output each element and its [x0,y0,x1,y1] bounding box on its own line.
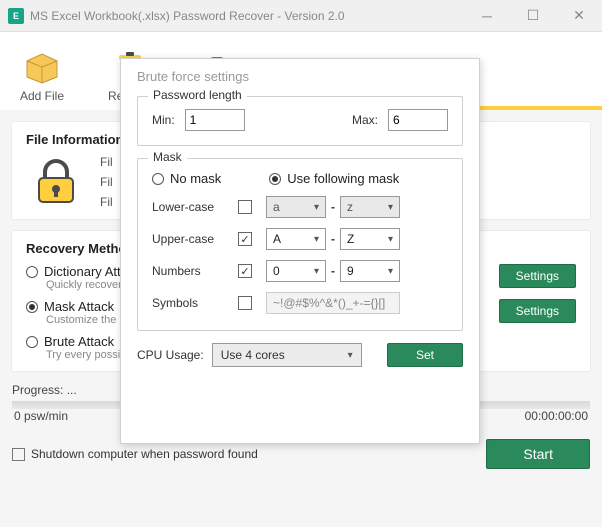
add-file-label: Add File [20,89,64,103]
cpu-label: CPU Usage: [137,348,204,362]
radio-icon [269,173,281,185]
speed-value: 0 psw/min [14,409,68,423]
password-length-fieldset: Password length Min: Max: [137,96,463,146]
symbols-checkbox[interactable] [238,296,252,310]
max-label: Max: [352,113,378,127]
radio-icon [152,173,164,185]
uppercase-label: Upper-case [152,232,238,246]
progress-label: Progress: [12,383,63,397]
numbers-from-select[interactable]: 0▾ [266,260,326,282]
min-input[interactable] [185,109,245,131]
no-mask-radio[interactable]: No mask [152,171,221,186]
uppercase-from-select[interactable]: A▾ [266,228,326,250]
symbols-label: Symbols [152,296,238,310]
max-input[interactable] [388,109,448,131]
chevron-down-icon: ▾ [388,234,393,245]
brute-force-dialog: Brute force settings Password length Min… [120,58,480,444]
password-length-legend: Password length [148,88,247,102]
numbers-checkbox[interactable]: ✓ [238,264,252,278]
dictionary-settings-button[interactable]: Settings [499,264,576,288]
minimize-button[interactable]: ─ [464,0,510,32]
chevron-down-icon: ▾ [388,202,393,213]
chevron-down-icon: ▾ [314,202,319,213]
numbers-to-select[interactable]: 9▾ [340,260,400,282]
use-mask-radio[interactable]: Use following mask [269,171,399,186]
radio-icon [26,336,38,348]
shutdown-label: Shutdown computer when password found [31,447,486,461]
lock-icon [26,155,86,207]
cpu-select[interactable]: Use 4 cores ▾ [212,343,362,367]
numbers-label: Numbers [152,264,238,278]
mask-legend: Mask [148,150,187,164]
time-value: 00:00:00:00 [525,409,588,423]
dialog-title: Brute force settings [137,69,463,84]
mask-settings-button[interactable]: Settings [499,299,576,323]
uppercase-to-select[interactable]: Z▾ [340,228,400,250]
titlebar: E MS Excel Workbook(.xlsx) Password Reco… [0,0,602,32]
min-label: Min: [152,113,175,127]
lowercase-from-select[interactable]: a▾ [266,196,326,218]
maximize-button[interactable]: ☐ [510,0,556,32]
set-button[interactable]: Set [387,343,463,367]
chevron-down-icon: ▾ [348,350,353,361]
chevron-down-icon: ▾ [314,266,319,277]
lowercase-to-select[interactable]: z▾ [340,196,400,218]
start-button[interactable]: Start [486,439,590,469]
close-button[interactable]: ✕ [556,0,602,32]
radio-icon [26,266,38,278]
file-label-3: Fil [100,195,113,209]
box-icon [22,47,62,87]
file-label-2: Fil [100,175,113,189]
chevron-down-icon: ▾ [314,234,319,245]
lowercase-checkbox[interactable] [238,200,252,214]
shutdown-checkbox[interactable] [12,448,25,461]
progress-value: ... [67,383,77,397]
symbols-value[interactable]: ~!@#$%^&*()_+-={}[] [266,292,400,314]
lowercase-label: Lower-case [152,200,238,214]
window-title: MS Excel Workbook(.xlsx) Password Recove… [30,9,464,23]
file-label-1: Fil [100,155,113,169]
mask-fieldset: Mask No mask Use following mask Lower-ca… [137,158,463,331]
uppercase-checkbox[interactable]: ✓ [238,232,252,246]
radio-icon [26,301,38,313]
app-icon: E [8,8,24,24]
add-file-button[interactable]: Add File [20,47,64,103]
chevron-down-icon: ▾ [388,266,393,277]
